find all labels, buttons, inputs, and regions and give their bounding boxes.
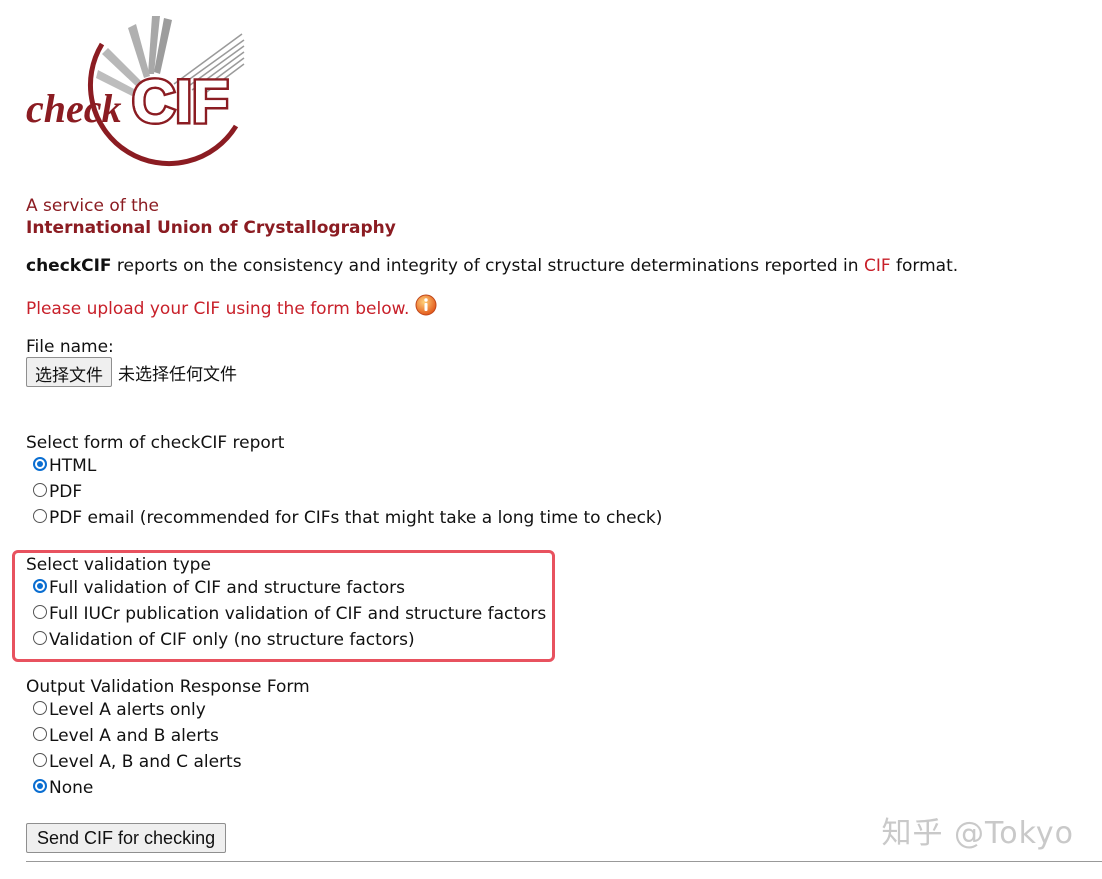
iucr-name: International Union of Crystallography bbox=[26, 218, 396, 238]
output-option-ab[interactable]: Level A and B alerts bbox=[26, 723, 310, 749]
radio-output-ab[interactable] bbox=[33, 727, 47, 741]
file-status: 未选择任何文件 bbox=[118, 364, 237, 385]
validation-option-label: Full IUCr publication validation of CIF … bbox=[49, 604, 547, 624]
intro-text-2: format. bbox=[890, 256, 959, 276]
report-option-pdf[interactable]: PDF bbox=[26, 479, 662, 505]
output-form-group: Output Validation Response Form Level A … bbox=[26, 677, 310, 801]
report-option-html[interactable]: HTML bbox=[26, 453, 662, 479]
info-icon[interactable] bbox=[415, 294, 437, 316]
service-line: A service of the bbox=[26, 196, 160, 216]
output-option-label: Level A alerts only bbox=[49, 700, 206, 720]
checkcif-logo: check CIF CIF bbox=[26, 16, 245, 167]
report-option-label: PDF bbox=[49, 482, 83, 502]
output-option-label: None bbox=[49, 778, 94, 798]
validation-option-label: Full validation of CIF and structure fac… bbox=[49, 578, 406, 598]
svg-text:CIF: CIF bbox=[132, 68, 229, 135]
intro-text: checkCIF reports on the consistency and … bbox=[26, 256, 958, 276]
validation-option-iucr[interactable]: Full IUCr publication validation of CIF … bbox=[26, 601, 546, 627]
upload-prompt-text: Please upload your CIF using the form be… bbox=[26, 299, 410, 319]
intro-brand: checkCIF bbox=[26, 256, 112, 276]
validation-type-group: Select validation type Full validation o… bbox=[26, 555, 546, 653]
radio-output-none[interactable] bbox=[33, 779, 47, 793]
intro-cif-link[interactable]: CIF bbox=[864, 256, 891, 276]
radio-report-html[interactable] bbox=[33, 457, 47, 471]
output-option-label: Level A, B and C alerts bbox=[49, 752, 242, 772]
file-name-label: File name: bbox=[26, 337, 114, 357]
send-cif-button[interactable]: Send CIF for checking bbox=[26, 823, 227, 853]
radio-validation-cif-only[interactable] bbox=[33, 631, 47, 645]
report-option-pdf-email[interactable]: PDF email (recommended for CIFs that mig… bbox=[26, 505, 662, 531]
report-form-group: Select form of checkCIF report HTML PDF … bbox=[26, 433, 662, 531]
intro-text-1: reports on the consistency and integrity… bbox=[111, 256, 864, 276]
validation-option-cif-only[interactable]: Validation of CIF only (no structure fac… bbox=[26, 627, 546, 653]
file-picker: 选择文件 未选择任何文件 bbox=[26, 357, 237, 387]
output-option-label: Level A and B alerts bbox=[49, 726, 219, 746]
radio-report-pdf-email[interactable] bbox=[33, 509, 47, 523]
svg-text:check: check bbox=[26, 86, 122, 131]
radio-output-abc[interactable] bbox=[33, 753, 47, 767]
radio-output-a[interactable] bbox=[33, 701, 47, 715]
radio-validation-full[interactable] bbox=[33, 579, 47, 593]
output-option-a[interactable]: Level A alerts only bbox=[26, 697, 310, 723]
output-option-abc[interactable]: Level A, B and C alerts bbox=[26, 749, 310, 775]
watermark: 知乎 @Tokyo bbox=[881, 816, 1074, 851]
radio-validation-iucr[interactable] bbox=[33, 605, 47, 619]
output-form-label: Output Validation Response Form bbox=[26, 677, 310, 697]
report-form-label: Select form of checkCIF report bbox=[26, 433, 285, 453]
radio-report-pdf[interactable] bbox=[33, 483, 47, 497]
validation-option-label: Validation of CIF only (no structure fac… bbox=[49, 630, 415, 650]
upload-prompt: Please upload your CIF using the form be… bbox=[26, 294, 437, 320]
report-option-label: HTML bbox=[49, 456, 97, 476]
report-option-label: PDF email (recommended for CIFs that mig… bbox=[49, 508, 663, 528]
output-option-none[interactable]: None bbox=[26, 775, 310, 801]
validation-option-full[interactable]: Full validation of CIF and structure fac… bbox=[26, 575, 546, 601]
validation-type-label: Select validation type bbox=[26, 555, 211, 575]
choose-file-button[interactable]: 选择文件 bbox=[26, 357, 112, 387]
divider bbox=[26, 861, 1102, 862]
